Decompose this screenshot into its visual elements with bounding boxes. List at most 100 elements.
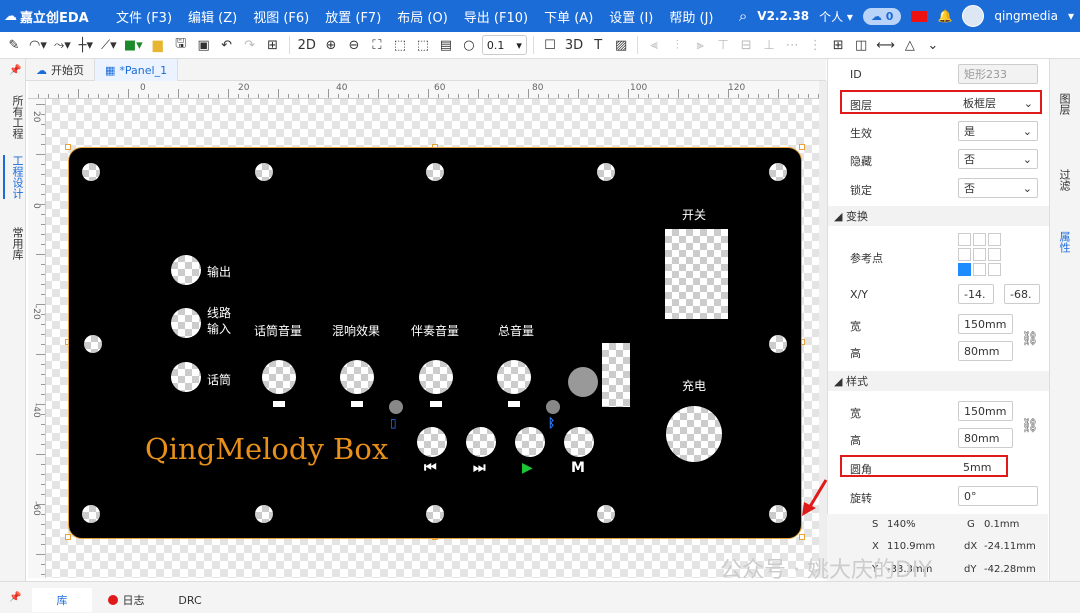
selection-handle[interactable] [799, 144, 805, 150]
transform-section[interactable]: ◢ 变换 [828, 206, 1049, 226]
align-middle-icon[interactable]: ⊟ [736, 34, 756, 56]
personal-dropdown[interactable]: 个人 ▾ [819, 8, 853, 25]
lock-ratio-icon[interactable]: ⛓ [1021, 418, 1039, 434]
style-height-input[interactable]: 80mm [958, 428, 1013, 448]
align-left-icon[interactable]: ⫷ [644, 34, 664, 56]
ref-cell[interactable] [973, 233, 986, 246]
height-input[interactable]: 80mm [958, 341, 1013, 361]
ref-cell-selected[interactable] [958, 263, 971, 276]
layers-icon[interactable]: ◫ [851, 34, 871, 56]
style-width-input[interactable]: 150mm [958, 401, 1013, 421]
avatar[interactable] [962, 5, 985, 27]
save-icon[interactable]: 🖫 [171, 34, 191, 56]
pcb-canvas[interactable]: 0 20 40 60 80 100 120 20 0 -20 -40 -60 输… [28, 81, 825, 578]
tab-start-page[interactable]: ☁ 开始页 [26, 59, 95, 81]
menu-view[interactable]: 视图 (F6) [245, 7, 317, 26]
zoom-select-icon[interactable]: ⬚ [413, 34, 433, 56]
bell-icon[interactable]: 🔔 [937, 9, 952, 23]
arc-tool-icon[interactable]: ◠▾ [27, 34, 49, 56]
distribute-h-icon[interactable]: ⋯ [782, 34, 802, 56]
locked-select[interactable]: 否 ⌄ [958, 178, 1038, 198]
ref-cell[interactable] [988, 263, 1001, 276]
user-menu-chevron-icon[interactable]: ▾ [1068, 9, 1074, 23]
selection-handle[interactable] [65, 144, 71, 150]
ref-cell[interactable] [958, 248, 971, 261]
pen-icon[interactable]: ✎ [4, 34, 24, 56]
username[interactable]: qingmedia [994, 9, 1058, 23]
view-2d-button[interactable]: 2D [296, 34, 318, 56]
redo-icon[interactable]: ↷ [240, 34, 260, 56]
more-chevron-icon[interactable]: ⌄ [923, 34, 943, 56]
menu-help[interactable]: 帮助 (J) [661, 7, 721, 26]
menu-place[interactable]: 放置 (F7) [317, 7, 389, 26]
selection-handle[interactable] [799, 534, 805, 540]
table-icon[interactable]: ⊞ [828, 34, 848, 56]
tab-project-design[interactable]: 工程设计 [3, 155, 24, 199]
grid-size-select[interactable]: 0.1 ▾ [481, 35, 527, 55]
pin-icon[interactable]: 📌 [9, 65, 21, 76]
flip-icon[interactable]: ⟷ [874, 34, 897, 56]
cloud-sync-button[interactable]: ☁ 0 [862, 7, 902, 25]
ref-cell[interactable] [988, 233, 1001, 246]
fit-view-icon[interactable]: ⛶ [367, 34, 387, 56]
align-bottom-icon[interactable]: ⊥ [759, 34, 779, 56]
menu-layout[interactable]: 布局 (O) [389, 7, 456, 26]
y-input[interactable]: -68. [1004, 284, 1040, 304]
corner-radius-input[interactable]: 5mm [958, 457, 1038, 477]
align-center-icon[interactable]: ⫶ [667, 34, 687, 56]
menu-file[interactable]: 文件 (F3) [108, 7, 180, 26]
circle-icon[interactable]: ○ [459, 34, 479, 56]
tab-properties[interactable]: 属性 [1056, 231, 1072, 253]
selection-handle[interactable] [65, 534, 71, 540]
tab-library[interactable]: 库 [32, 588, 92, 612]
layer-select[interactable]: 板框层 ⌄ [958, 93, 1038, 113]
effect-select[interactable]: 是 ⌄ [958, 121, 1038, 141]
tab-all-projects[interactable]: 所有工程 [3, 95, 24, 139]
triangle-icon[interactable]: △ [900, 34, 920, 56]
menu-order[interactable]: 下单 (A) [536, 7, 601, 26]
app-logo[interactable]: ☁ 嘉立创EDA [4, 6, 104, 26]
language-flag-icon[interactable] [911, 10, 928, 22]
grid-view-icon[interactable]: ⊞ [263, 34, 283, 56]
align-right-icon[interactable]: ⫸ [690, 34, 710, 56]
ruler-icon[interactable]: ▤ [436, 34, 456, 56]
tab-common-library[interactable]: 常用库 [3, 227, 24, 260]
ref-cell[interactable] [973, 263, 986, 276]
save-as-icon[interactable]: ▣ [194, 34, 214, 56]
zoom-area-icon[interactable]: ⬚ [390, 34, 410, 56]
image-tool-icon[interactable]: ▨ [611, 34, 631, 56]
search-icon[interactable]: ⌕ [739, 7, 747, 25]
undo-icon[interactable]: ↶ [217, 34, 237, 56]
folder-icon[interactable]: ▆ [148, 34, 168, 56]
zoom-in-icon[interactable]: ⊕ [321, 34, 341, 56]
menu-settings[interactable]: 设置 (I) [601, 7, 661, 26]
menu-export[interactable]: 导出 (F10) [456, 7, 536, 26]
rotate-input[interactable]: 0° [958, 486, 1038, 506]
fill-tool-icon[interactable]: ■▾ [122, 34, 145, 56]
tab-filter[interactable]: 过滤 [1056, 169, 1072, 191]
tab-log[interactable]: 日志 [96, 588, 156, 612]
route-tool-icon[interactable]: ⤳▾ [52, 34, 73, 56]
tab-drc[interactable]: DRC [160, 588, 220, 612]
cross-tool-icon[interactable]: ┼▾ [76, 34, 96, 56]
hidden-select[interactable]: 否 ⌄ [958, 149, 1038, 169]
ref-cell[interactable] [958, 233, 971, 246]
ref-cell[interactable] [988, 248, 1001, 261]
pin-icon[interactable]: 📌 [9, 592, 21, 603]
x-input[interactable]: -14. [958, 284, 994, 304]
menu-edit[interactable]: 编辑 (Z) [180, 7, 245, 26]
tab-layers[interactable]: 图层 [1056, 93, 1072, 115]
zoom-out-icon[interactable]: ⊖ [344, 34, 364, 56]
style-section[interactable]: ◢ 样式 [828, 371, 1049, 391]
board-outline[interactable]: 输出 线路 输入 话筒 话筒音量 混响效果 伴奏音量 总音量 ▯ ᛒ ⏮ ⏭ ▶… [68, 147, 802, 539]
distribute-v-icon[interactable]: ⋮ [805, 34, 825, 56]
tab-panel[interactable]: ▦ *Panel_1 [95, 59, 179, 81]
measure-tool-icon[interactable]: ⟋▾ [99, 34, 119, 56]
width-input[interactable]: 150mm [958, 314, 1013, 334]
rectangle-icon[interactable]: ☐ [540, 34, 560, 56]
text-tool-icon[interactable]: T [588, 34, 608, 56]
lock-ratio-icon[interactable]: ⛓ [1021, 331, 1039, 347]
align-top-icon[interactable]: ⊤ [713, 34, 733, 56]
ref-cell[interactable] [973, 248, 986, 261]
view-3d-button[interactable]: 3D [563, 34, 585, 56]
